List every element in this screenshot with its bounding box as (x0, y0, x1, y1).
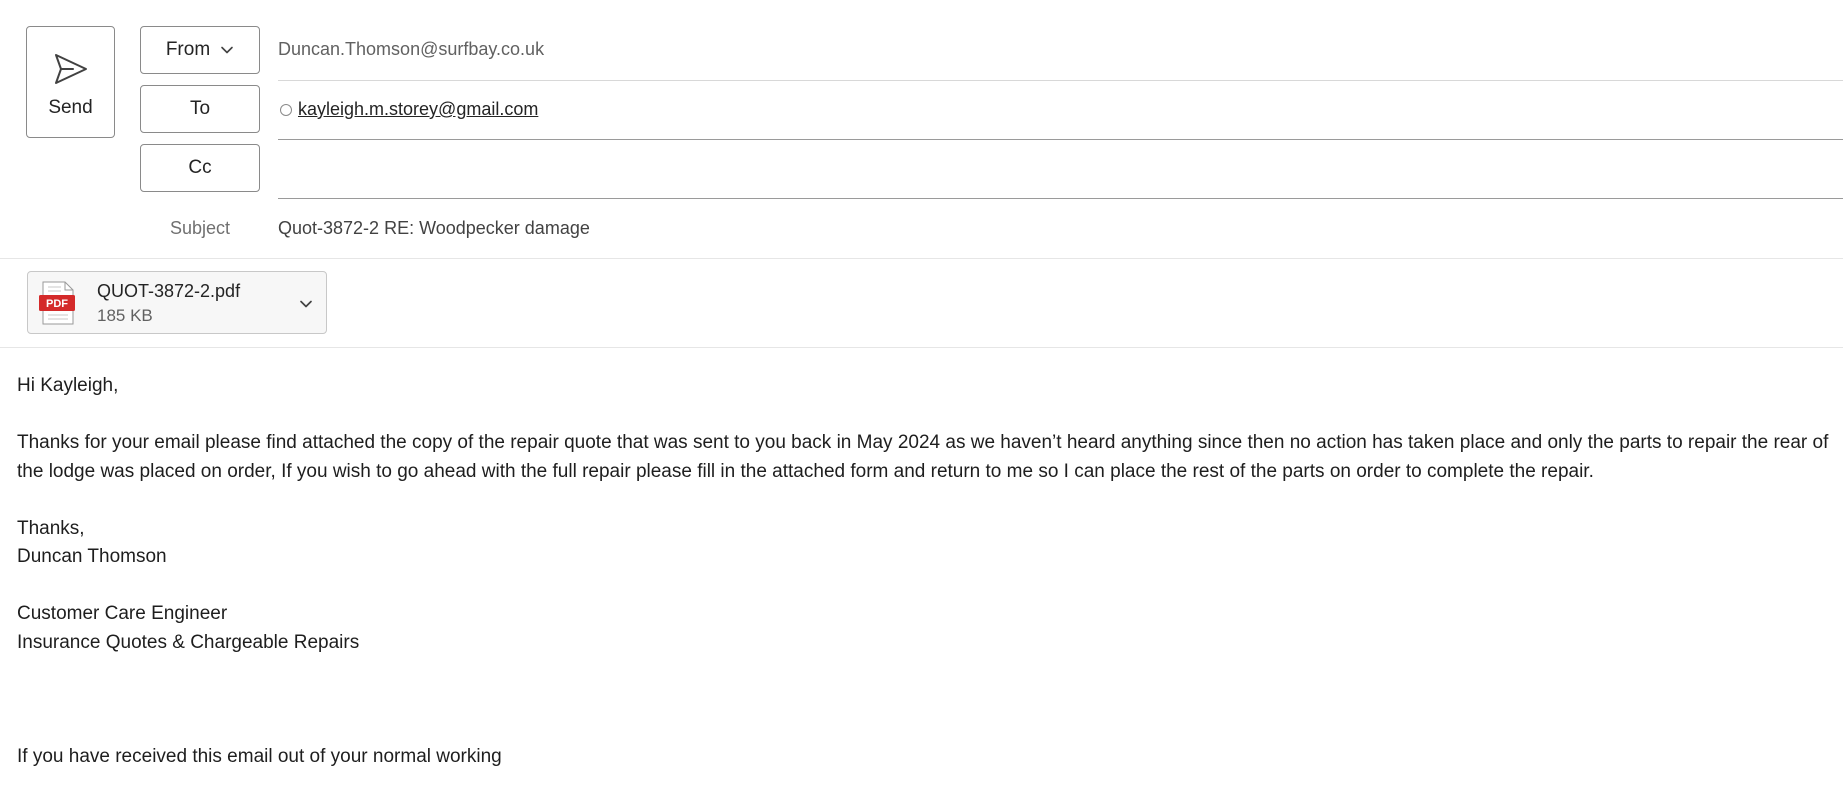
cc-field[interactable] (278, 158, 1778, 182)
attachment-name: QUOT-3872-2.pdf (97, 281, 241, 301)
footer-notice: If you have received this email out of y… (17, 745, 502, 767)
message-body[interactable]: Hi Kayleigh, Thanks for your email pleas… (17, 372, 1832, 771)
greeting: Hi Kayleigh, (17, 375, 119, 396)
body-paragraph: Thanks for your email please find attach… (17, 432, 1829, 482)
send-button[interactable]: Send (26, 26, 115, 138)
recipient-chip[interactable]: kayleigh.m.storey@gmail.com (298, 99, 538, 120)
cc-button[interactable]: Cc (140, 144, 260, 192)
sender-role: Customer Care Engineer (17, 603, 228, 624)
to-button[interactable]: To (140, 85, 260, 133)
send-icon (54, 54, 87, 84)
presence-icon (280, 103, 292, 116)
chevron-down-icon (221, 46, 233, 54)
from-address: Duncan.Thomson@surfbay.co.uk (278, 39, 545, 59)
subject-field[interactable]: Quot-3872-2 RE: Woodpecker damage (278, 218, 590, 239)
attachment-divider (0, 347, 1843, 348)
pdf-icon-label: PDF (46, 298, 68, 310)
attachment-card[interactable]: PDF QUOT-3872-2.pdf 185 KB (27, 271, 327, 334)
to-divider (278, 139, 1843, 140)
to-field[interactable]: kayleigh.m.storey@gmail.com (278, 99, 538, 120)
header-divider (0, 258, 1843, 259)
compose-window: Send From Duncan.Thomson@surfbay.co.uk T… (0, 0, 1843, 792)
sender-department: Insurance Quotes & Chargeable Repairs (17, 631, 360, 653)
send-label: Send (48, 97, 93, 118)
from-button[interactable]: From (140, 26, 260, 74)
cc-divider (278, 198, 1843, 199)
sender-name: Duncan Thomson (17, 546, 167, 567)
cc-label: Cc (188, 157, 212, 178)
chevron-down-icon[interactable] (298, 296, 314, 312)
to-label: To (189, 98, 211, 119)
subject-label: Subject (169, 218, 231, 238)
pdf-icon: PDF (39, 281, 75, 325)
from-label: From (165, 39, 211, 60)
attachment-size: 185 KB (97, 306, 153, 325)
signoff: Thanks, (17, 517, 85, 539)
from-divider (278, 80, 1843, 81)
